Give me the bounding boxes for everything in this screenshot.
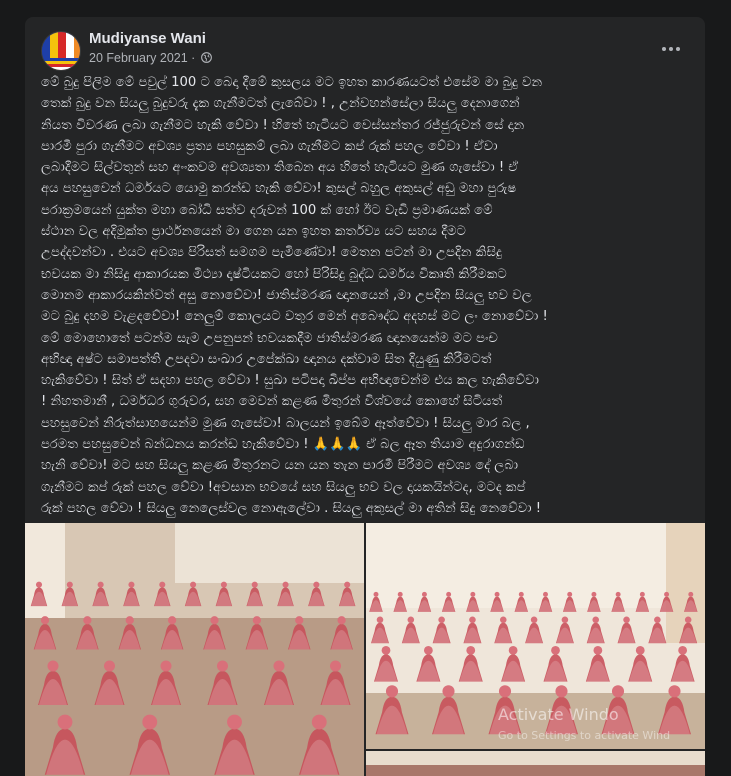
post-text: මේ බුදු පිලිම මේ පවුල් 100 ට බෙදා දීමේ ක…: [41, 75, 548, 516]
photo-statues-left[interactable]: [25, 523, 364, 776]
activate-windows-title: Activate Windo: [498, 705, 619, 724]
meta-separator: ·: [191, 51, 196, 65]
author-name[interactable]: Mudiyanse Wani: [89, 30, 206, 47]
avatar[interactable]: [41, 31, 81, 71]
activate-windows-subtitle: Go to Settings to activate Wind: [498, 729, 671, 742]
post-card: Mudiyanse Wani 20 February 2021 · මේ බුද…: [25, 17, 705, 776]
photo-bottom-strip[interactable]: [366, 751, 705, 776]
post-date[interactable]: 20 February 2021: [89, 51, 188, 65]
post-meta: 20 February 2021 ·: [89, 51, 212, 65]
buddhist-flag-icon: [42, 32, 80, 70]
globe-icon: [200, 52, 212, 63]
more-options-icon[interactable]: [653, 31, 689, 67]
post-header: Mudiyanse Wani 20 February 2021 ·: [25, 17, 705, 73]
